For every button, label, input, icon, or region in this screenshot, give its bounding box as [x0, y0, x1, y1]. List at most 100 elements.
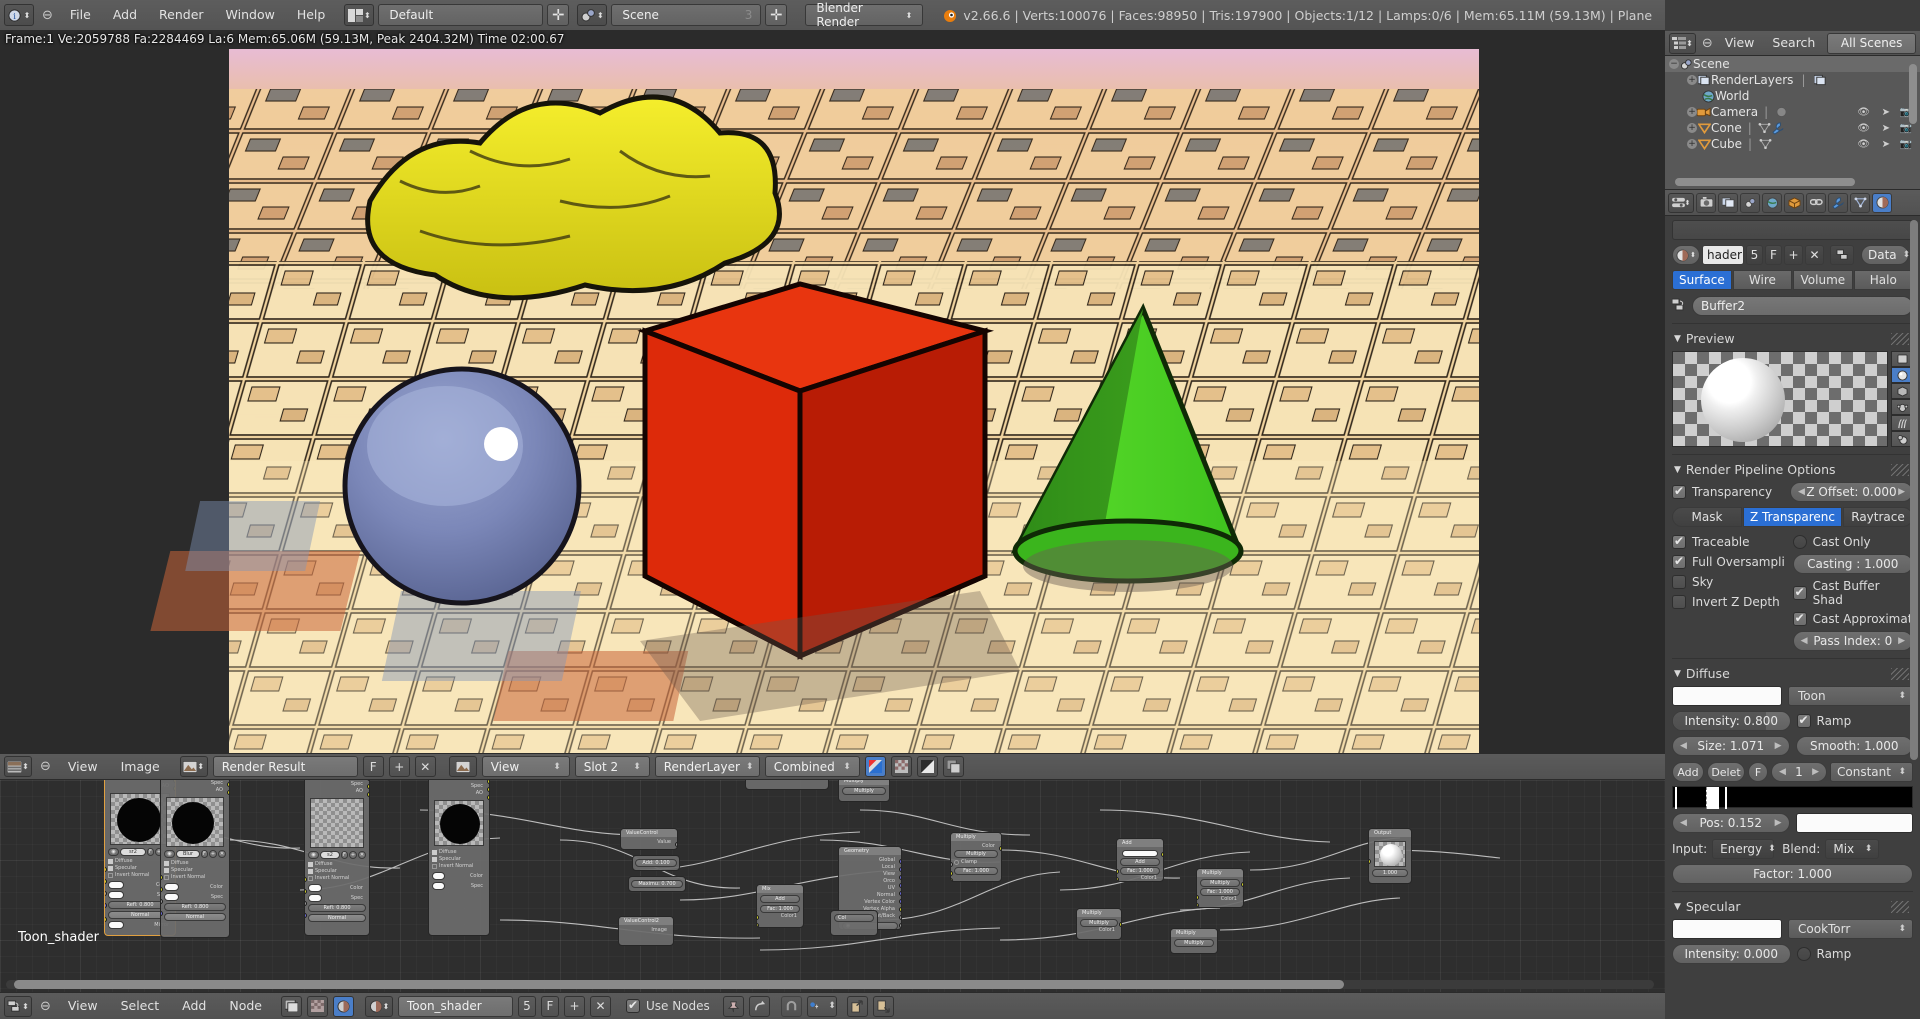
render-layer-select[interactable]: RenderLayer: [654, 756, 760, 777]
menu-file[interactable]: File: [61, 4, 100, 26]
node11-factor[interactable]: Fac: 1.000: [954, 867, 998, 875]
shader-type-world-button[interactable]: [306, 995, 328, 1017]
material-link-select[interactable]: Data: [1861, 245, 1909, 265]
specular-color-swatch[interactable]: [1672, 919, 1782, 939]
material-name-field[interactable]: hader: [1702, 245, 1744, 265]
ramp-stop-1-selected[interactable]: [1706, 787, 1719, 809]
material-node-browse-button[interactable]: [1830, 245, 1854, 265]
node-material-name-field[interactable]: Toon_shader: [397, 995, 513, 1017]
node-mix-add[interactable]: Mix Add Fac: 1.000 Color1: [756, 884, 804, 928]
node13-factor[interactable]: Fac: 1.000: [1120, 867, 1160, 875]
properties-scrollbar[interactable]: [1910, 220, 1918, 760]
render-pass-select[interactable]: Combined: [764, 756, 860, 777]
node-editor-scrollbar-horizontal[interactable]: [6, 980, 1654, 989]
image-fake-user-button[interactable]: F: [362, 756, 384, 777]
node2-texture-fakeuser[interactable]: F: [201, 850, 208, 858]
node3-check-invert-normal[interactable]: Invert Normal: [308, 875, 366, 882]
material-datablock-browse[interactable]: ⬍: [1672, 245, 1700, 265]
collapse-menu-icon-node[interactable]: ⊖: [37, 999, 54, 1014]
node3-in-normal[interactable]: Normal: [308, 914, 366, 922]
go-to-parent-button[interactable]: [748, 995, 770, 1017]
restrict-select-icon-camera[interactable]: ➤: [1882, 107, 1890, 118]
diffuse-ramp-factor-field[interactable]: Factor: 1.000: [1672, 864, 1913, 884]
mesh-data-icon-cone[interactable]: [1758, 121, 1772, 135]
expand-toggle-cube[interactable]: +: [1687, 139, 1697, 149]
restrict-select-icon-cube[interactable]: ➤: [1882, 139, 1890, 150]
restrict-view-icon-camera[interactable]: 👁: [1857, 107, 1870, 118]
add-scene-button[interactable]: ✛: [765, 4, 788, 26]
material-add-button[interactable]: +: [1784, 245, 1803, 265]
node-material-unlink-button[interactable]: ✕: [589, 995, 611, 1017]
restrict-render-icon-cube[interactable]: 📷: [1900, 139, 1912, 150]
camera-data-icon[interactable]: [1774, 105, 1788, 119]
node2-texture-browse[interactable]: ◉: [164, 850, 175, 858]
node-math-add[interactable]: Add: 0.100: [632, 855, 680, 871]
node-menu-add[interactable]: Add: [173, 995, 215, 1017]
cast-buffer-shadow-checkbox[interactable]: [1792, 585, 1807, 600]
node9-factor[interactable]: Fac: 1.000: [760, 905, 800, 913]
node3-check-diffuse[interactable]: Diffuse: [308, 861, 366, 868]
specular-ramp-toggle[interactable]: Ramp: [1796, 947, 1914, 961]
node-material-users[interactable]: 5: [517, 995, 536, 1017]
properties-tab-constraints[interactable]: [1806, 192, 1826, 213]
ramp-stop-color-swatch[interactable]: [1795, 813, 1913, 833]
properties-tab-render-layers[interactable]: [1718, 192, 1738, 213]
display-channels-alpha-button[interactable]: [890, 756, 912, 777]
node2-check-specular[interactable]: Specular: [164, 867, 226, 874]
collapse-menu-icon[interactable]: ⊖: [38, 8, 57, 23]
cast-buffer-shadow-toggle[interactable]: Cast Buffer Shad: [1792, 579, 1913, 607]
transparency-toggle[interactable]: Transparency: [1672, 484, 1784, 499]
image-add-button[interactable]: +: [388, 756, 410, 777]
diffuse-section-header[interactable]: ▼ Diffuse: [1674, 666, 1913, 681]
node3-texture-add[interactable]: +: [349, 851, 357, 859]
ramp-add-button[interactable]: Add: [1672, 762, 1704, 782]
menu-render[interactable]: Render: [150, 4, 213, 26]
node-multiply-4[interactable]: Multiply Multiply: [1170, 928, 1218, 954]
casting-field[interactable]: Casting : 1.000: [1792, 554, 1913, 574]
properties-tab-material[interactable]: [1872, 192, 1892, 213]
shading-tab-volume[interactable]: Volume: [1793, 270, 1853, 290]
node-multiply-3[interactable]: Multiply Multiply Color1: [1076, 908, 1122, 940]
material-fake-user-button[interactable]: F: [1765, 245, 1782, 265]
panel-grip[interactable]: [1891, 464, 1909, 476]
outliner-scrollbar-horizontal[interactable]: [1675, 178, 1855, 186]
node2-texture-add[interactable]: +: [209, 850, 217, 858]
node-editor-area[interactable]: Diffuse Spec AO ◉ sr2 F + ✕ Diffuse Spec…: [0, 780, 1665, 992]
snap-mode-select[interactable]: [806, 995, 837, 1017]
expand-toggle-renderlayers[interactable]: +: [1687, 75, 1697, 85]
node16-blend-mode[interactable]: Multiply: [1174, 939, 1214, 947]
node14-blend-mode[interactable]: Multiply: [1080, 919, 1118, 927]
properties-tab-data[interactable]: [1850, 192, 1870, 213]
diffuse-shader-select[interactable]: Toon: [1788, 686, 1913, 706]
display-channels-zdepth-button[interactable]: [916, 756, 938, 777]
scene-browse-button[interactable]: ⬍: [577, 4, 608, 26]
properties-tab-modifiers[interactable]: [1828, 192, 1848, 213]
outliner-row-camera[interactable]: + Camera | 👁 ➤ 📷: [1665, 104, 1920, 120]
node4-check-invert-normal[interactable]: Invert Normal: [432, 863, 486, 870]
node-bar-top[interactable]: [745, 780, 829, 790]
ramp-position-field[interactable]: ◀ Pos: 0.152 ▶: [1672, 813, 1790, 833]
shader-type-material-button[interactable]: [332, 995, 354, 1017]
editor-type-selector-node[interactable]: ⬍: [4, 995, 32, 1017]
expand-toggle-scene[interactable]: −: [1669, 59, 1679, 69]
image-name-field[interactable]: Render Result: [212, 756, 358, 777]
properties-tab-render[interactable]: [1696, 192, 1716, 213]
modifier-wrench-icon[interactable]: [1772, 121, 1786, 135]
material-preview[interactable]: [1672, 351, 1888, 447]
outliner-menu-search[interactable]: Search: [1766, 32, 1821, 54]
restrict-render-icon-cone[interactable]: 📷: [1900, 123, 1912, 134]
node-texture-name[interactable]: sr2: [120, 848, 146, 856]
outliner-row-cube[interactable]: + Cube | 👁 ➤ 📷: [1665, 136, 1920, 152]
transparency-mode-raytrace[interactable]: Raytrace: [1843, 507, 1914, 527]
expand-toggle-camera[interactable]: +: [1687, 107, 1697, 117]
shading-tab-wire[interactable]: Wire: [1732, 270, 1793, 290]
shading-tab-halo[interactable]: Halo: [1853, 270, 1913, 290]
node-texture-fakeuser[interactable]: F: [147, 848, 154, 856]
node2-check-diffuse[interactable]: Diffuse: [164, 860, 226, 867]
z-offset-field[interactable]: ◀ Z Offset: 0.000 ▶: [1790, 482, 1913, 502]
node3-texture-unlink[interactable]: ✕: [358, 851, 366, 859]
node-math-maximum[interactable]: Maximu: 0.700: [628, 876, 686, 892]
copy-to-clipboard-button[interactable]: [846, 995, 868, 1017]
material-unlink-button[interactable]: ✕: [1805, 245, 1824, 265]
node15-mode[interactable]: Multiply: [842, 787, 886, 795]
